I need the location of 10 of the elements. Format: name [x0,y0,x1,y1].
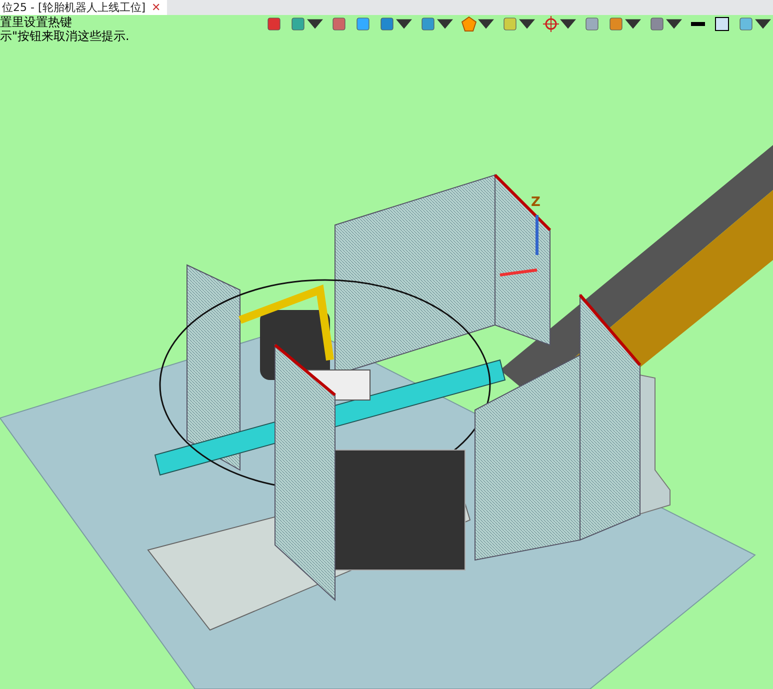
hint-text: 示"按钮来取消这些提示. [0,29,130,43]
close-icon[interactable]: ✕ [152,0,161,14]
square-icon [714,16,730,32]
toolbar-button[interactable] [541,15,578,33]
toolbar-button[interactable] [459,15,496,33]
document-tab[interactable]: 位25 - [轮胎机器人上线工位] ✕ [0,0,167,15]
crosshair-icon [543,16,559,32]
toolbar-button[interactable] [712,15,732,33]
hint-text: 置里设置热键 [0,15,73,29]
axis-label: Z [531,195,540,210]
